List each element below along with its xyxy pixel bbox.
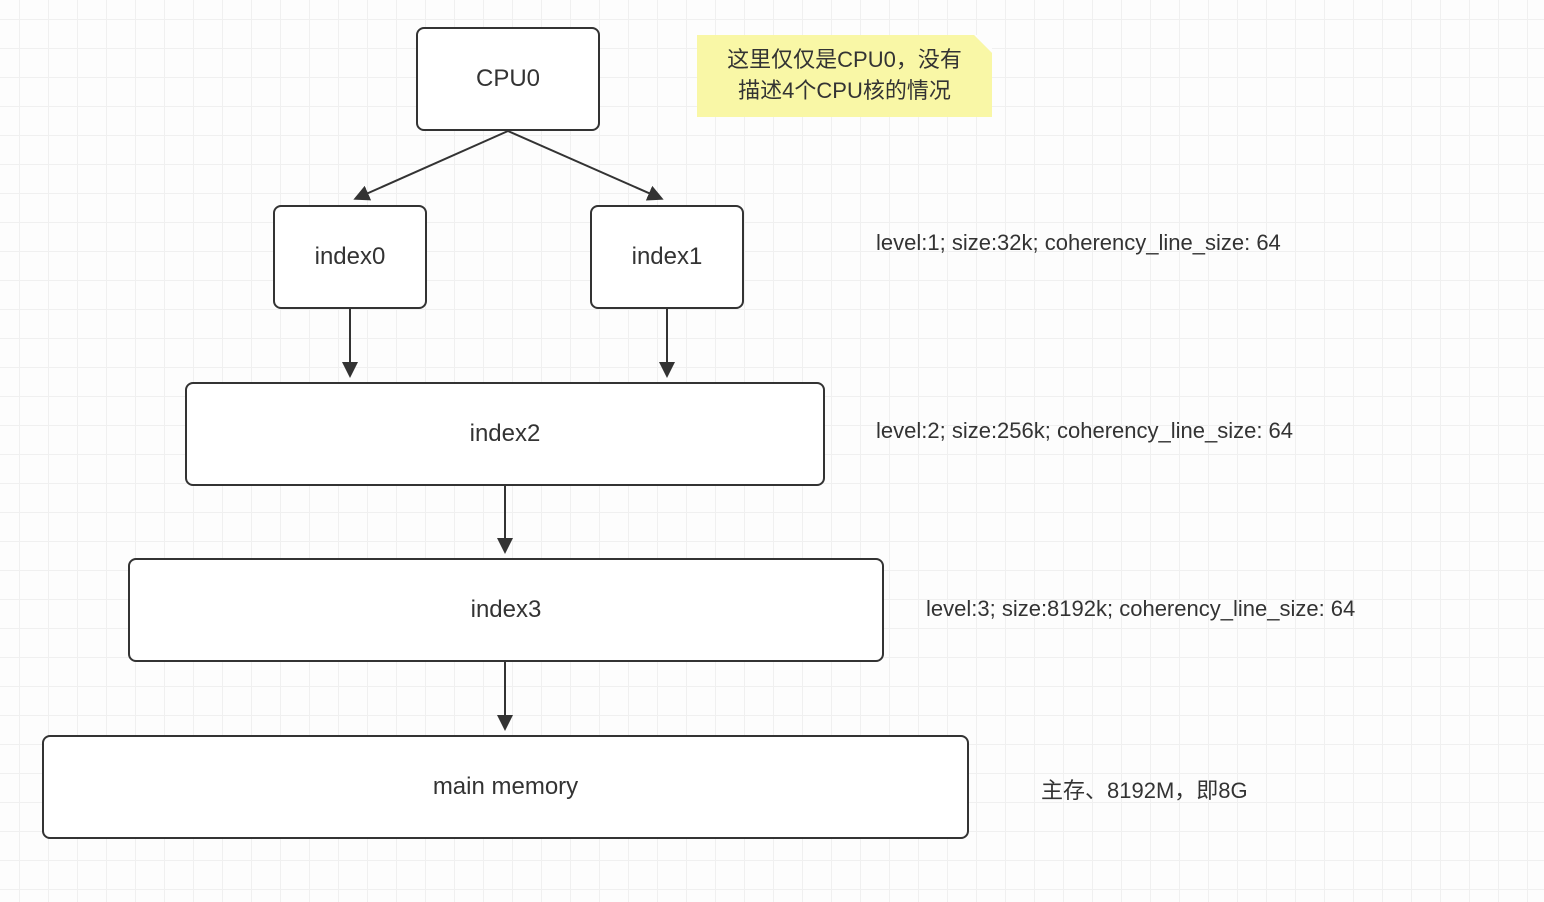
box-index2-label: index2 bbox=[470, 420, 541, 448]
note-cpu0: 这里仅仅是CPU0，没有 描述4个CPU核的情况 bbox=[697, 35, 992, 117]
note-line2: 描述4个CPU核的情况 bbox=[712, 76, 977, 107]
box-index1: index1 bbox=[590, 205, 744, 309]
arrow-cpu0-index1 bbox=[508, 131, 660, 198]
label-level2: level:2; size:256k; coherency_line_size:… bbox=[876, 418, 1293, 444]
box-cpu0-label: CPU0 bbox=[476, 65, 540, 93]
box-index2: index2 bbox=[185, 382, 825, 486]
box-main-memory: main memory bbox=[42, 735, 969, 839]
box-index3-label: index3 bbox=[471, 596, 542, 624]
box-index0-label: index0 bbox=[315, 243, 386, 271]
box-main-memory-label: main memory bbox=[433, 773, 578, 801]
note-line1: 这里仅仅是CPU0，没有 bbox=[712, 45, 977, 76]
label-main-memory: 主存、8192M，即8G bbox=[1041, 773, 1248, 805]
label-level3: level:3; size:8192k; coherency_line_size… bbox=[926, 596, 1355, 622]
label-level1: level:1; size:32k; coherency_line_size: … bbox=[876, 230, 1281, 256]
box-index0: index0 bbox=[273, 205, 427, 309]
box-index3: index3 bbox=[128, 558, 884, 662]
box-cpu0: CPU0 bbox=[416, 27, 600, 131]
box-index1-label: index1 bbox=[632, 243, 703, 271]
arrow-cpu0-index0 bbox=[357, 131, 508, 198]
